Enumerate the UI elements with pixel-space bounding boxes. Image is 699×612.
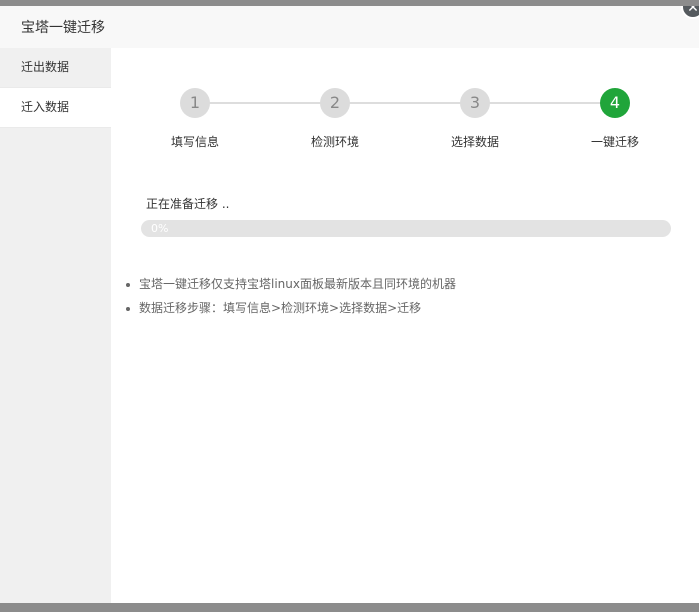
step-indicator: 1 2 3 4 填写信息 检测环境 选择数据 一键迁移	[111, 48, 699, 168]
tips-list: 宝塔一键迁移仅支持宝塔linux面板最新版本且同环境的机器 数据迁移步骤：填写信…	[126, 272, 456, 320]
sidebar: 迁出数据 迁入数据	[0, 48, 111, 603]
dialog-body: 迁出数据 迁入数据 1 2 3 4 填写信息 检测环境 选择数据 一键迁移 正在…	[0, 48, 699, 603]
migration-status: 正在准备迁移 ..	[146, 197, 230, 211]
sidebar-item-import[interactable]: 迁入数据	[0, 88, 111, 128]
sidebar-item-export[interactable]: 迁出数据	[0, 48, 111, 88]
step-4-circle: 4	[600, 88, 630, 118]
migration-progress-bar: 0%	[141, 220, 671, 237]
main-panel: 1 2 3 4 填写信息 检测环境 选择数据 一键迁移 正在准备迁移 .. 0%…	[111, 48, 699, 603]
step-2-circle: 2	[320, 88, 350, 118]
dialog-title: 宝塔一键迁移	[21, 20, 105, 36]
dialog-titlebar: 宝塔一键迁移	[0, 6, 699, 49]
progress-percent-label: 0%	[151, 222, 169, 235]
step-4-label: 一键迁移	[590, 135, 639, 149]
step-connector	[475, 102, 615, 104]
step-1-circle: 1	[180, 88, 210, 118]
step-1-label: 填写信息	[170, 135, 219, 149]
step-connector	[195, 102, 335, 104]
step-3-circle: 3	[460, 88, 490, 118]
step-connector	[335, 102, 475, 104]
migration-dialog: ✕ 宝塔一键迁移 迁出数据 迁入数据 1 2 3 4 填写信息 检测环境 选择数…	[0, 6, 699, 603]
step-2-label: 检测环境	[310, 135, 359, 149]
list-item: 宝塔一键迁移仅支持宝塔linux面板最新版本且同环境的机器	[126, 272, 456, 296]
step-3-label: 选择数据	[450, 135, 499, 149]
list-item: 数据迁移步骤：填写信息>检测环境>选择数据>迁移	[126, 296, 456, 320]
